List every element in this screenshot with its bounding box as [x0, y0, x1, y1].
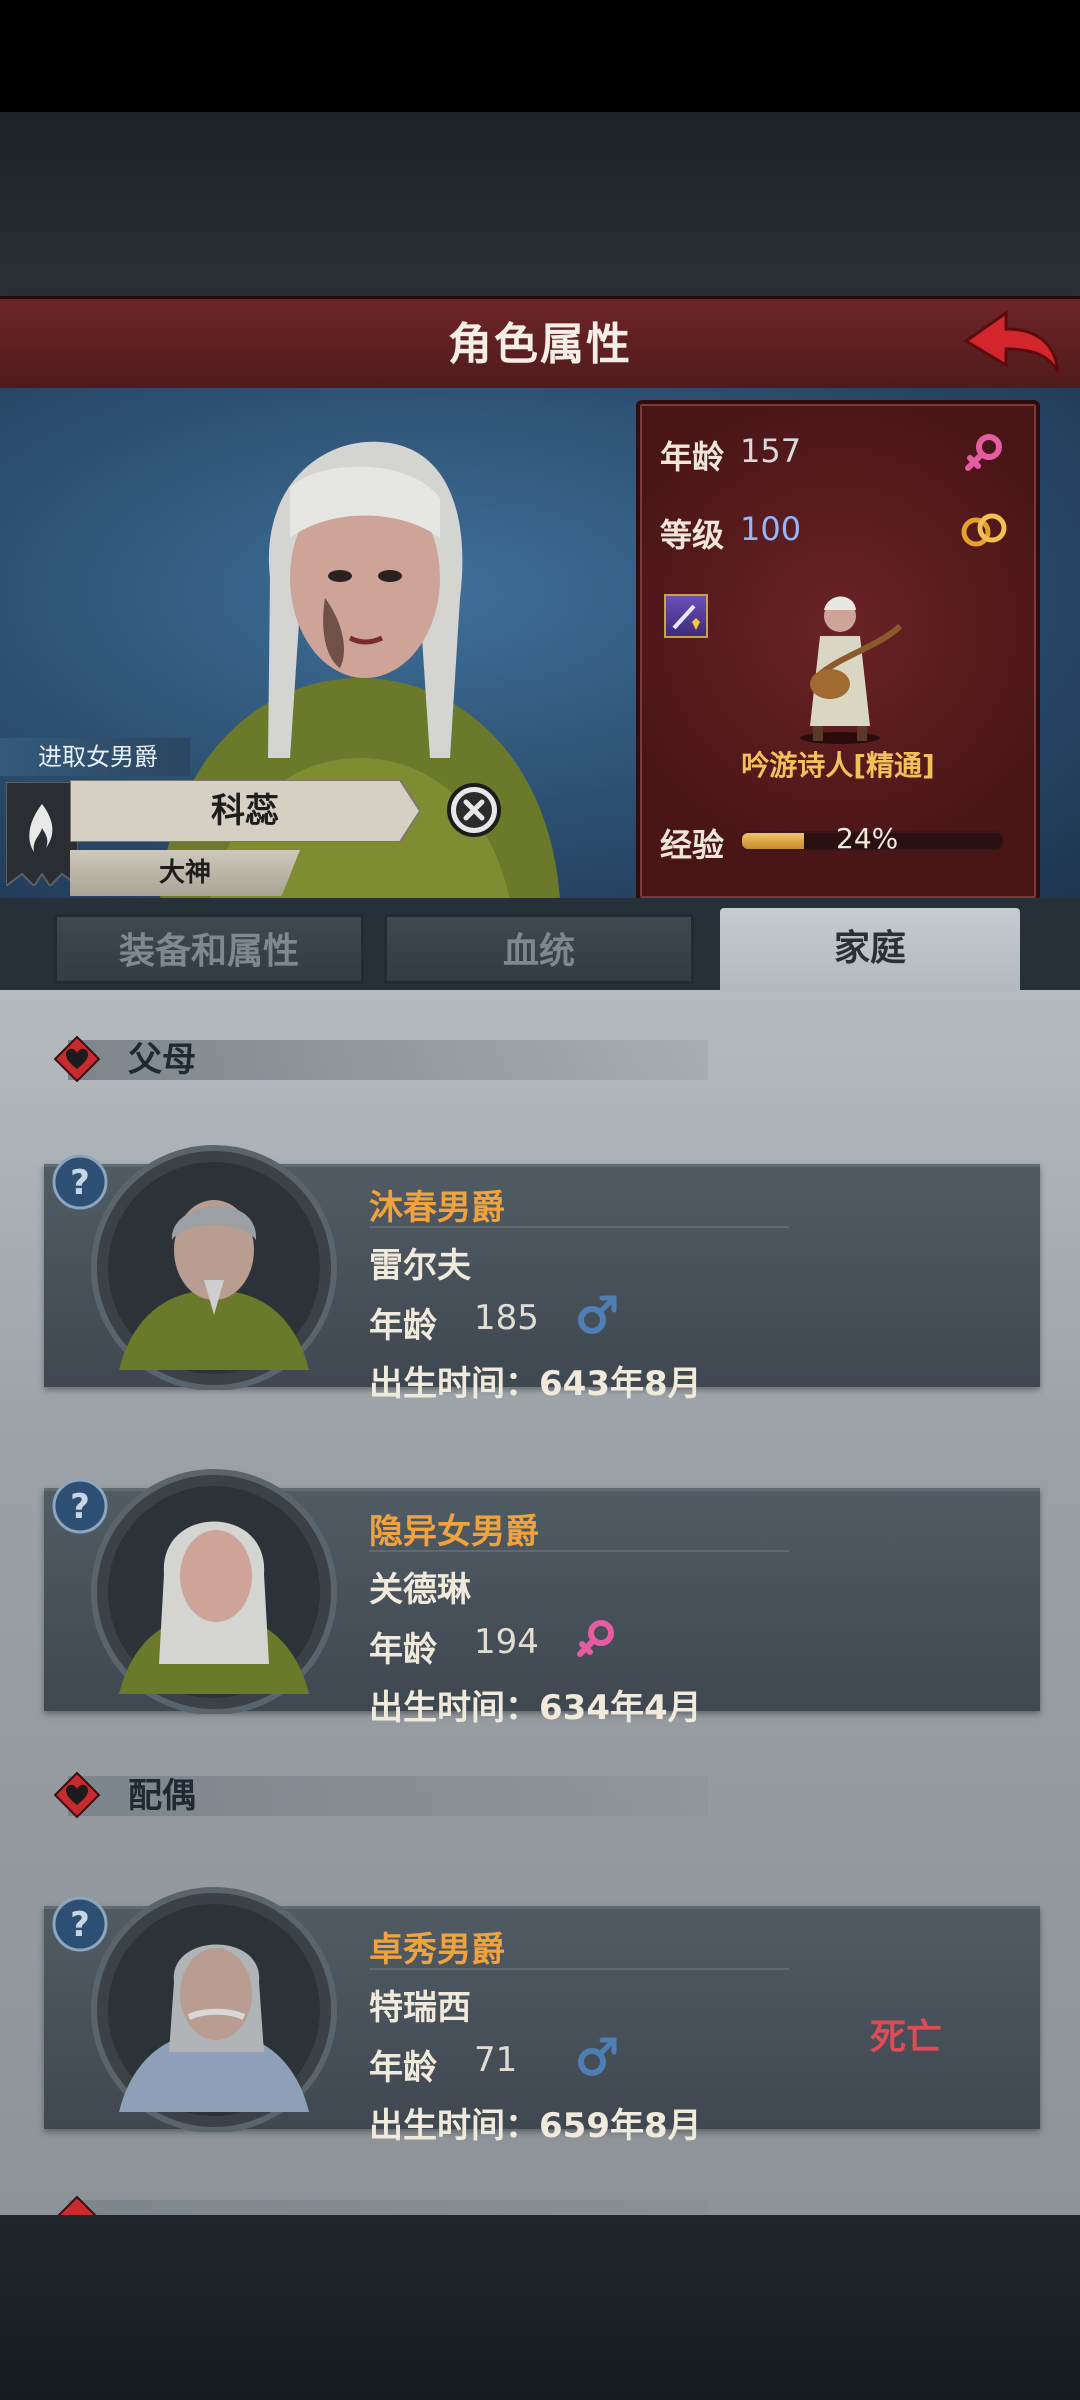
divider: [369, 1968, 789, 1970]
back-button[interactable]: [962, 309, 1062, 379]
class-name: 吟游诗人[精通]: [741, 749, 935, 782]
member-title: 沐春男爵: [369, 1188, 505, 1228]
back-arrow-icon: [963, 310, 1060, 372]
female-symbol-icon: [965, 434, 1002, 471]
section-label: 配偶: [128, 1776, 196, 1816]
male-symbol-icon: [578, 1295, 617, 1334]
member-age-label: 年龄: [369, 1630, 437, 1670]
member-age: 185: [474, 1298, 539, 1338]
member-age-label: 年龄: [369, 2048, 437, 2088]
heart-diamond-icon: [57, 2196, 97, 2215]
exp-value: 24%: [836, 822, 899, 855]
svg-text:?: ?: [70, 1905, 90, 1945]
member-age: 71: [474, 2040, 518, 2080]
member-birth: 出生时间：634年4月: [369, 1688, 702, 1728]
character-name: 科蕊: [211, 791, 279, 831]
help-icon[interactable]: ?: [50, 1476, 110, 1536]
age-value: 157: [740, 432, 802, 470]
rings-icon[interactable]: [958, 508, 1010, 552]
header-bar: 角色属性: [0, 296, 1080, 394]
status-bar-area: [0, 0, 1080, 112]
tab-equipment[interactable]: 装备和属性: [54, 914, 364, 984]
help-icon[interactable]: ?: [50, 1894, 110, 1954]
heart-diamond-icon: [54, 1036, 100, 1082]
tab-bloodline[interactable]: 血统: [384, 914, 694, 984]
section-label: 父母: [128, 1040, 196, 1080]
death-status: 死亡: [870, 2017, 943, 2058]
member-name: 特瑞西: [369, 1988, 471, 2028]
divider: [369, 1226, 789, 1228]
spouse-card[interactable]: ? 卓秀男爵 特瑞西 年龄 71 出生时间：659年8月 死亡: [44, 1882, 1040, 2146]
skill-badge-icon[interactable]: [664, 594, 708, 638]
female-symbol-icon: [577, 1620, 614, 1657]
heart-diamond-icon: [54, 1772, 100, 1818]
svg-text:?: ?: [70, 1163, 90, 1203]
divider: [369, 1550, 789, 1552]
section-parents: 父母: [48, 1030, 1038, 1088]
level-label: 等级: [660, 516, 725, 554]
page-title: 角色属性: [448, 319, 632, 370]
member-name: 雷尔夫: [369, 1246, 471, 1286]
section-spouse: 配偶: [48, 1766, 1038, 1824]
member-birth: 出生时间：659年8月: [369, 2106, 702, 2146]
character-rank: 大神: [158, 858, 211, 888]
member-title: 卓秀男爵: [369, 1930, 505, 1970]
level-value: 100: [740, 510, 802, 548]
close-icon[interactable]: [446, 782, 502, 838]
parent-card-mother[interactable]: ? 隐异女男爵 关德琳 年龄 194 出生时间：634年4月: [44, 1464, 1040, 1728]
bard-figure: [800, 596, 903, 744]
member-title: 隐异女男爵: [369, 1512, 539, 1552]
flame-banner-icon: [6, 782, 78, 886]
exp-label: 经验: [660, 826, 725, 864]
member-age: 194: [474, 1622, 539, 1662]
section-bar: [68, 2200, 708, 2215]
section-children-partial: [48, 2190, 1038, 2215]
member-name: 关德琳: [369, 1570, 471, 1610]
character-title: 进取女男爵: [0, 738, 190, 776]
bottom-area: [0, 2215, 1080, 2400]
member-birth: 出生时间：643年8月: [369, 1364, 702, 1404]
upper-background: [0, 112, 1080, 298]
exp-progress-fill: [742, 833, 805, 849]
svg-text:?: ?: [70, 1487, 90, 1527]
member-age-label: 年龄: [369, 1306, 437, 1346]
family-content: 父母 ? 沐春男爵 雷尔夫 年龄 185 出生时间：643年8月 ? 隐异女男爵…: [0, 990, 1080, 2215]
stats-panel: 年龄 157 等级 100 吟游诗人[精通] 经验 24%: [636, 400, 1040, 900]
tab-bar: 装备和属性 血统 家庭: [0, 898, 1080, 990]
parent-card-father[interactable]: ? 沐春男爵 雷尔夫 年龄 185 出生时间：643年8月: [44, 1140, 1040, 1404]
male-symbol-icon: [578, 2037, 617, 2076]
tab-family[interactable]: 家庭: [720, 908, 1020, 990]
age-label: 年龄: [660, 438, 725, 476]
help-icon[interactable]: ?: [50, 1152, 110, 1212]
